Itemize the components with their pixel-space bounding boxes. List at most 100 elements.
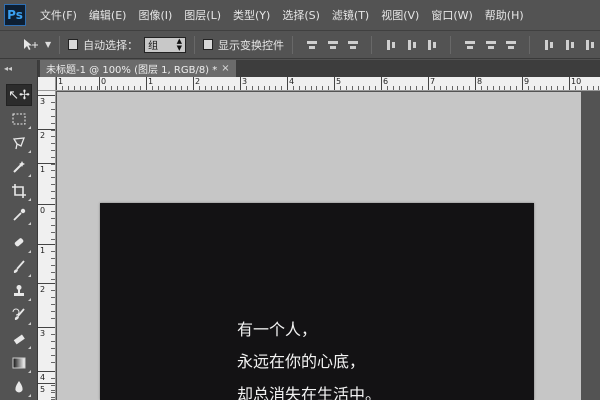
horizontal-ruler[interactable]: 1012345678910111213 [56, 77, 600, 91]
healing-brush-tool[interactable] [6, 232, 32, 254]
ruler-label: 4 [40, 373, 46, 382]
ruler-major-tick [38, 327, 55, 328]
align-vertical-centers-icon[interactable] [327, 39, 338, 51]
ruler-label: 3 [242, 77, 248, 86]
ruler-minor-tick [263, 86, 265, 90]
ruler-minor-tick [445, 86, 447, 90]
ruler-minor-tick [51, 297, 55, 298]
magic-wand-tool[interactable] [6, 156, 32, 178]
ruler-minor-tick [51, 191, 55, 192]
distribute-bottom-icon[interactable] [505, 39, 516, 51]
ruler-minor-tick [298, 86, 300, 90]
align-left-edges-icon[interactable] [385, 39, 396, 51]
menu-layer[interactable]: 图层(L) [184, 7, 221, 23]
canvas-text-line-2[interactable]: 永远在你的心底， [237, 348, 365, 372]
ruler-label: 2 [195, 77, 201, 86]
gradient-tool[interactable] [6, 352, 32, 374]
ruler-minor-tick [216, 86, 218, 90]
divider [59, 35, 61, 54]
ruler-minor-tick [51, 218, 55, 219]
ruler-minor-tick [51, 385, 55, 386]
menu-view[interactable]: 视图(V) [381, 7, 419, 23]
ruler-minor-tick [51, 109, 55, 110]
align-top-edges-icon[interactable] [306, 39, 317, 51]
ruler-minor-tick [451, 86, 453, 90]
document-tab[interactable]: 未标题-1 @ 100% (图层 1, RGB/8) * × [40, 60, 236, 77]
ruler-major-tick [38, 383, 55, 384]
menu-window[interactable]: 窗口(W) [431, 7, 472, 23]
ruler-minor-tick [157, 86, 159, 90]
ruler-minor-tick [51, 123, 55, 124]
ruler-minor-tick [79, 86, 81, 90]
menu-select[interactable]: 选择(S) [282, 7, 320, 23]
ruler-minor-tick [292, 86, 294, 90]
water-drop-icon [15, 381, 23, 393]
align-horizontal-centers-icon[interactable] [406, 39, 417, 51]
ruler-major-tick [38, 95, 55, 96]
distribute-top-icon[interactable] [464, 39, 475, 51]
distribute-vertical-centers-icon[interactable] [485, 39, 496, 51]
align-bottom-edges-icon[interactable] [347, 39, 358, 51]
show-transform-checkbox[interactable] [202, 39, 213, 50]
canvas-text-line-1[interactable]: 有一个人， [237, 316, 317, 340]
eraser-tool[interactable] [6, 328, 32, 350]
tools-panel: ◂◂ ↖✢ [0, 60, 38, 400]
blur-tool[interactable] [6, 376, 32, 398]
ruler-minor-tick [51, 164, 55, 165]
marquee-tool[interactable] [6, 108, 32, 130]
ruler-minor-tick [416, 86, 418, 90]
distribute-horizontal-centers-icon[interactable] [564, 39, 575, 51]
menu-edit[interactable]: 编辑(E) [89, 7, 127, 23]
ruler-minor-tick [392, 86, 394, 90]
ruler-minor-tick [410, 86, 412, 90]
ruler-minor-tick [51, 251, 55, 252]
distribute-left-icon[interactable] [543, 39, 554, 51]
menu-type[interactable]: 类型(Y) [233, 7, 270, 23]
menu-file[interactable]: 文件(F) [40, 7, 77, 23]
vertical-ruler[interactable]: 3 2 1 0 1 2 3 4 5 [38, 91, 56, 400]
ruler-label: 5 [336, 77, 342, 86]
lasso-tool[interactable] [6, 132, 32, 154]
crop-tool[interactable] [6, 180, 32, 202]
ruler-minor-tick [480, 86, 482, 90]
ruler-label: 2 [40, 285, 46, 294]
auto-select-dropdown[interactable]: 组 ▲ ▼ [144, 36, 186, 53]
rectangular-marquee-icon [12, 113, 26, 125]
ruler-label: 1 [148, 77, 154, 86]
menu-image[interactable]: 图像(I) [138, 7, 172, 23]
ruler-minor-tick [51, 177, 55, 178]
brush-tool[interactable] [6, 256, 32, 278]
bandage-icon [14, 238, 24, 247]
crop-icon [12, 184, 26, 198]
ruler-minor-tick [357, 86, 359, 90]
stamp-icon [14, 285, 24, 296]
panel-dock-edge [582, 92, 600, 400]
canvas-text-line-3[interactable]: 却总消失在生活中。 [237, 381, 381, 400]
move-tool[interactable]: ↖✢ [6, 84, 32, 106]
tool-preset-picker[interactable]: ▼ [22, 38, 51, 52]
eyedropper-tool[interactable] [6, 204, 32, 226]
distribute-right-icon[interactable] [584, 39, 595, 51]
ruler-minor-tick [486, 86, 488, 90]
options-bar: ▼ 自动选择： 组 ▲ ▼ 显示变换控件 [0, 30, 600, 59]
ruler-minor-tick [369, 86, 371, 90]
menu-help[interactable]: 帮助(H) [485, 7, 524, 23]
photoshop-logo: Ps [4, 4, 26, 26]
auto-select-checkbox[interactable] [68, 39, 79, 50]
ruler-major-tick [38, 371, 55, 372]
ruler-minor-tick [51, 390, 55, 391]
ruler-minor-tick [204, 86, 206, 90]
ruler-major-tick [569, 77, 570, 90]
ruler-minor-tick [51, 157, 55, 158]
menu-filter[interactable]: 滤镜(T) [332, 7, 369, 23]
clone-stamp-tool[interactable] [6, 280, 32, 302]
ruler-minor-tick [51, 116, 55, 117]
ruler-label: 10 [571, 77, 582, 86]
close-icon[interactable]: × [221, 63, 229, 74]
ruler-minor-tick [51, 290, 55, 291]
align-right-edges-icon[interactable] [426, 39, 437, 51]
ruler-origin[interactable] [38, 77, 56, 91]
ruler-minor-tick [51, 318, 55, 319]
history-brush-tool[interactable] [6, 304, 32, 326]
panel-collapse-icon[interactable]: ◂◂ [4, 64, 32, 76]
